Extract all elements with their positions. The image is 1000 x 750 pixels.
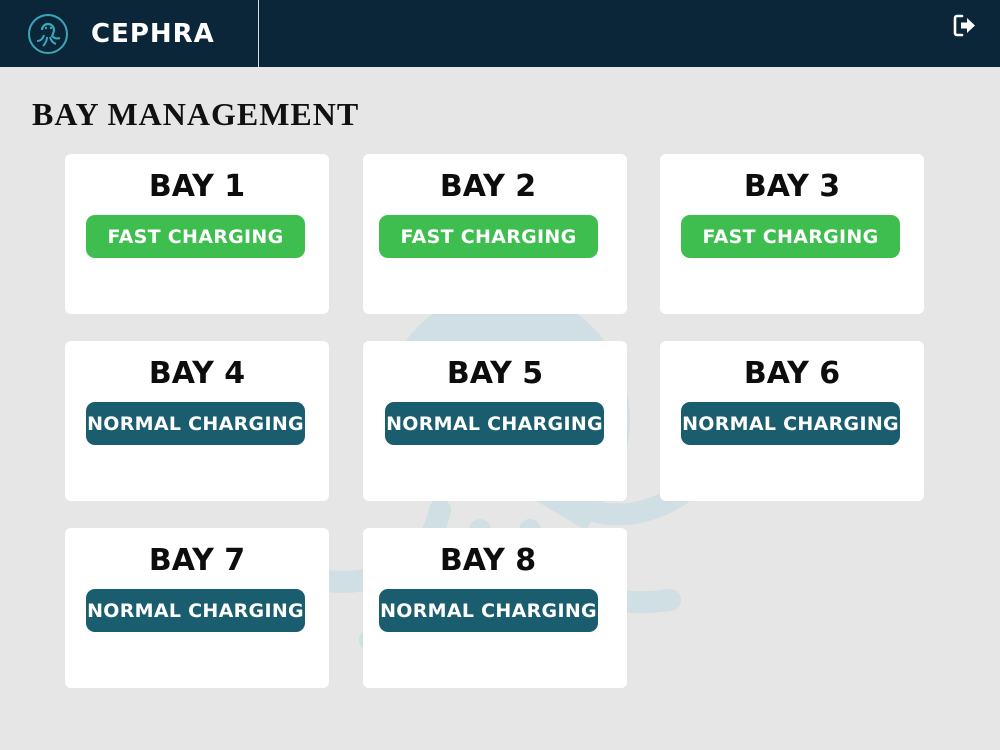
charging-mode-button[interactable]: FAST CHARGING [86, 215, 305, 258]
bay-title: BAY 8 [439, 543, 537, 578]
bay-title: BAY 5 [446, 356, 544, 391]
bay-card-2[interactable]: BAY 2 FAST CHARGING [363, 154, 627, 314]
brand: CEPHRA [0, 0, 259, 67]
bay-card-8[interactable]: BAY 8 NORMAL CHARGING [363, 528, 627, 688]
header-bar: CEPHRA [0, 0, 1000, 67]
bay-card-5[interactable]: BAY 5 NORMAL CHARGING [363, 341, 627, 501]
charging-mode-button[interactable]: FAST CHARGING [379, 215, 598, 258]
brand-name: CEPHRA [91, 19, 215, 49]
bay-title: BAY 1 [148, 169, 246, 204]
bay-card-7[interactable]: BAY 7 NORMAL CHARGING [65, 528, 329, 688]
bay-card-3[interactable]: BAY 3 FAST CHARGING [660, 154, 924, 314]
bay-title: BAY 4 [148, 356, 246, 391]
bay-title: BAY 3 [743, 169, 841, 204]
bay-title: BAY 2 [439, 169, 537, 204]
charging-mode-button[interactable]: NORMAL CHARGING [681, 402, 900, 445]
charging-mode-button[interactable]: NORMAL CHARGING [385, 402, 604, 445]
charging-mode-button[interactable]: NORMAL CHARGING [86, 402, 305, 445]
bay-title: BAY 6 [743, 356, 841, 391]
bay-card-4[interactable]: BAY 4 NORMAL CHARGING [65, 341, 329, 501]
octopus-plug-icon [28, 14, 68, 54]
charging-mode-button[interactable]: NORMAL CHARGING [379, 589, 598, 632]
bay-title: BAY 7 [148, 543, 246, 578]
bay-card-6[interactable]: BAY 6 NORMAL CHARGING [660, 341, 924, 501]
charging-mode-button[interactable]: FAST CHARGING [681, 215, 900, 258]
charging-mode-button[interactable]: NORMAL CHARGING [86, 589, 305, 632]
page-title: BAY MANAGEMENT [32, 96, 360, 132]
logout-icon[interactable] [952, 13, 977, 38]
bay-card-1[interactable]: BAY 1 FAST CHARGING [65, 154, 329, 314]
